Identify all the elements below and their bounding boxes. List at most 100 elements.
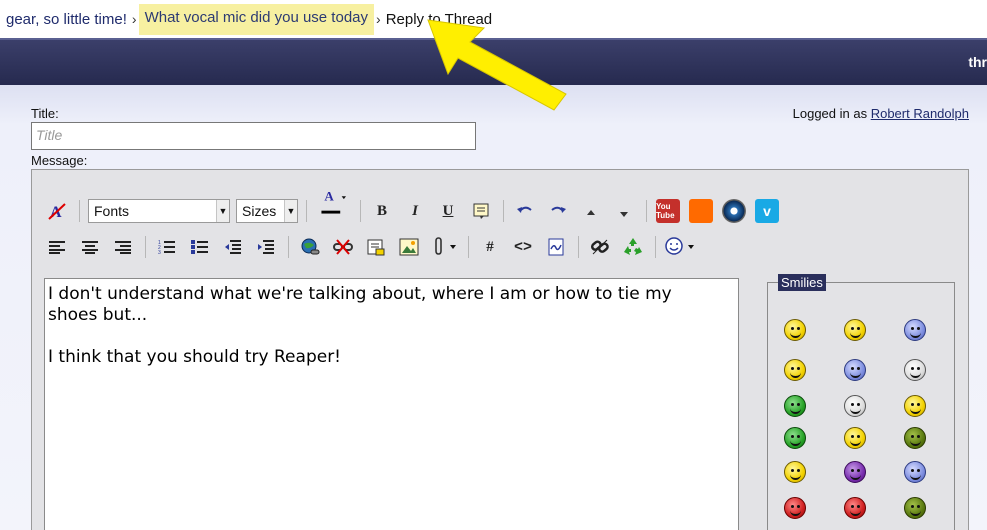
svg-text:A: A (324, 189, 334, 204)
image-icon (399, 238, 419, 256)
smiley-sick-icon[interactable] (784, 427, 806, 449)
smiley-cool-icon[interactable] (904, 461, 926, 483)
smiley-police-icon[interactable] (784, 359, 806, 381)
globe-link-icon (301, 238, 320, 255)
breadcrumb-link-thread[interactable]: What vocal mic did you use today (138, 3, 375, 35)
smiley-laugh-icon[interactable] (784, 461, 806, 483)
arrow-down-icon (620, 212, 628, 217)
indent-icon (258, 240, 274, 254)
size-select-value: Sizes (242, 203, 277, 219)
outdent-button[interactable] (220, 234, 246, 260)
align-center-icon (82, 241, 98, 254)
toolbar-separator (503, 200, 504, 222)
smilies-dropdown-button[interactable] (664, 234, 698, 260)
chevron-down-icon: ▼ (284, 200, 297, 222)
italic-button[interactable]: I (402, 198, 428, 224)
redo-icon (551, 206, 566, 213)
indent-button[interactable] (253, 234, 279, 260)
toolbar-row-1: A Fonts ▼ Sizes ▼ A B I U (44, 189, 787, 224)
unordered-list-button[interactable] (187, 234, 213, 260)
php-icon (548, 238, 564, 256)
chain-link-icon (590, 239, 609, 255)
youtube-button[interactable]: You Tube (655, 198, 681, 224)
ordered-list-icon: 123 (158, 240, 175, 255)
ordered-list-button[interactable]: 123 (154, 234, 180, 260)
smiley-thumbs-up-icon[interactable] (904, 319, 926, 341)
bullet-list-icon (191, 240, 208, 254)
smiley-green-icon[interactable] (784, 395, 806, 417)
toolbar-separator (145, 236, 146, 258)
message-editor: A Fonts ▼ Sizes ▼ A B I U (31, 169, 969, 530)
insert-image-button[interactable] (396, 234, 422, 260)
undo-button[interactable] (512, 198, 538, 224)
breadcrumb-link-forum[interactable]: gear, so little time! (0, 11, 130, 28)
breadcrumb-separator: › (376, 11, 381, 27)
toolbar-separator (288, 236, 289, 258)
align-left-button[interactable] (44, 234, 70, 260)
media-disc-icon (722, 199, 746, 223)
smiley-devil-icon[interactable] (844, 497, 866, 519)
smiley-smile-icon[interactable] (904, 395, 926, 417)
text-color-icon: A (321, 189, 346, 214)
redo-button[interactable] (545, 198, 571, 224)
decrease-size-button[interactable] (611, 198, 637, 224)
recycle-button[interactable] (620, 234, 646, 260)
font-select-value: Fonts (94, 203, 130, 219)
text-color-button[interactable]: A (315, 189, 351, 215)
bold-button[interactable]: B (369, 198, 395, 224)
remove-format-icon: A (48, 203, 66, 221)
smiley-pirate-icon[interactable] (904, 497, 926, 519)
smiley-angry-icon[interactable] (904, 427, 926, 449)
soundcloud-button[interactable] (688, 198, 714, 224)
soundcloud-icon (689, 199, 713, 223)
logged-in-info: Logged in as Robert Randolph (793, 106, 969, 121)
increase-size-button[interactable] (578, 198, 604, 224)
wrap-php-button[interactable] (543, 234, 569, 260)
wrap-code-button[interactable]: <> (510, 234, 536, 260)
youtube-icon: You Tube (656, 199, 680, 223)
unlink-icon (333, 239, 353, 255)
smiley-confused-icon[interactable] (844, 461, 866, 483)
align-left-icon (49, 241, 65, 254)
remove-link-button[interactable] (330, 234, 356, 260)
vimeo-button[interactable]: v (754, 198, 780, 224)
smiley-grin-icon[interactable] (844, 427, 866, 449)
smiley-mad-icon[interactable] (784, 497, 806, 519)
align-right-button[interactable] (110, 234, 136, 260)
logged-in-user-link[interactable]: Robert Randolph (871, 106, 969, 121)
smiley-guitar-icon[interactable] (844, 319, 866, 341)
message-textarea[interactable]: I don't understand what we're talking ab… (44, 278, 739, 530)
smilies-box: Smilies (767, 274, 955, 530)
toolbar-row-2: 123 # <> (44, 234, 705, 260)
toolbar-separator (306, 200, 307, 222)
smiley-rocker-icon[interactable] (784, 319, 806, 341)
toggle-link-button[interactable] (587, 234, 613, 260)
reply-form-panel: Title: Logged in as Robert Randolph Titl… (0, 85, 987, 530)
title-input[interactable]: Title (31, 122, 476, 150)
skull-crossbones-icon[interactable] (844, 395, 866, 417)
navbar-thread-tools[interactable]: thr (968, 54, 987, 70)
breadcrumb-separator: › (131, 11, 137, 27)
insert-email-button[interactable] (363, 234, 389, 260)
yin-yang-icon[interactable] (904, 359, 926, 381)
toolbar-separator (655, 236, 656, 258)
wrap-hash-button[interactable]: # (477, 234, 503, 260)
media-button[interactable] (721, 198, 747, 224)
outdent-icon (225, 240, 241, 254)
quote-button[interactable] (468, 198, 494, 224)
font-select[interactable]: Fonts ▼ (88, 199, 230, 223)
toolbar-separator (79, 200, 80, 222)
paperclip-icon (435, 237, 456, 255)
underline-button[interactable]: U (435, 198, 461, 224)
size-select[interactable]: Sizes ▼ (236, 199, 298, 223)
toolbar-separator (360, 200, 361, 222)
smilies-legend: Smilies (778, 274, 826, 291)
title-label: Title: (31, 106, 59, 121)
toolbar-separator (468, 236, 469, 258)
attach-button[interactable] (429, 234, 459, 260)
smiley-bluesman-icon[interactable] (844, 359, 866, 381)
insert-link-button[interactable] (297, 234, 323, 260)
svg-text:3: 3 (158, 250, 161, 255)
remove-format-button[interactable]: A (44, 198, 70, 224)
align-center-button[interactable] (77, 234, 103, 260)
